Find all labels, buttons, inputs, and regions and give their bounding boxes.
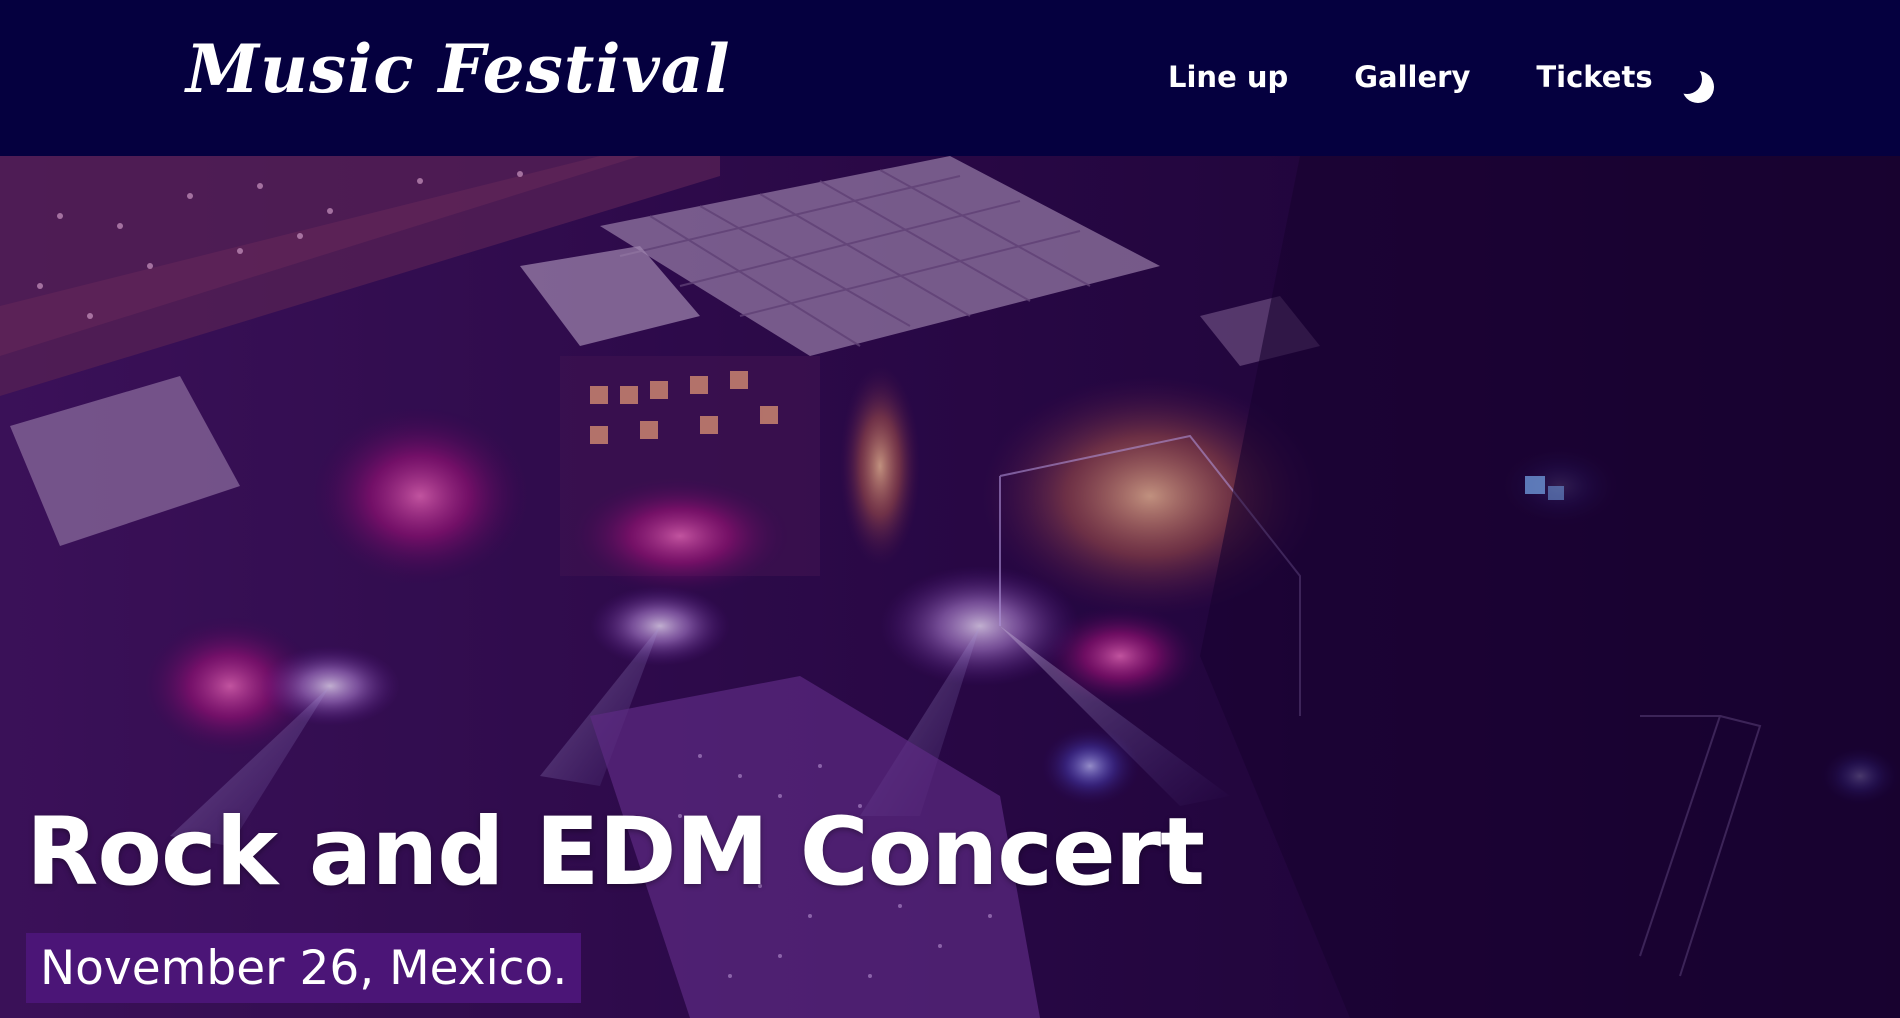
brand-logo[interactable]: Music Festival [186, 36, 731, 102]
nav-link-line-up[interactable]: Line up [1168, 63, 1288, 92]
moon-icon [1682, 71, 1714, 103]
hero-subtitle: November 26, Mexico. [26, 933, 582, 1003]
nav-link-tickets[interactable]: Tickets [1536, 63, 1652, 92]
theme-toggle-button[interactable] [1677, 66, 1719, 108]
hero-section: Rock and EDM Concert November 26, Mexico… [0, 156, 1900, 1018]
hero-title: Rock and EDM Concert [26, 798, 1205, 907]
main-nav: Line up Gallery Tickets [1168, 63, 1653, 92]
navbar: Music Festival Line up Gallery Tickets [0, 0, 1900, 156]
nav-link-gallery[interactable]: Gallery [1354, 63, 1470, 92]
